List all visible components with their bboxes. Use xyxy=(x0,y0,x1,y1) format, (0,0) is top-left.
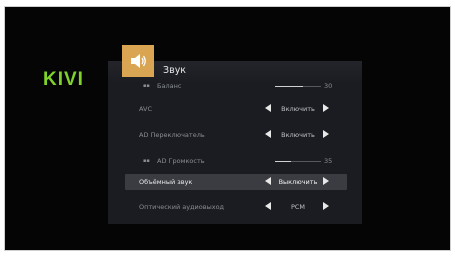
setting-row-ad-volume[interactable]: ▪▪ AD Громкость 35 xyxy=(125,153,347,169)
arrow-left-icon[interactable] xyxy=(265,177,271,185)
balance-slider[interactable] xyxy=(275,86,321,87)
setting-label: Объёмный звук xyxy=(139,178,193,186)
speaker-icon xyxy=(131,54,146,68)
setting-row-balance[interactable]: ▪▪ Баланс 30 xyxy=(125,78,347,94)
setting-label: AD Переключатель xyxy=(139,131,205,139)
setting-label: AVC xyxy=(139,105,153,113)
sound-menu-tile xyxy=(122,45,154,77)
setting-label: Баланс xyxy=(157,82,182,90)
kivi-logo: KIVI xyxy=(43,69,84,90)
arrow-left-icon[interactable] xyxy=(265,104,271,112)
arrow-right-icon[interactable] xyxy=(323,130,329,138)
setting-row-ad-switch[interactable]: AD Переключатель Включить xyxy=(125,127,347,143)
arrow-right-icon[interactable] xyxy=(323,104,329,112)
setting-value: Выключить xyxy=(278,178,318,186)
menu-bullet-icon: ▪▪ xyxy=(143,158,150,164)
balance-slider-fill xyxy=(275,86,303,87)
ad-volume-value: 35 xyxy=(324,157,333,165)
arrow-left-icon[interactable] xyxy=(265,130,271,138)
sound-settings-panel: Звук ▪▪ Баланс 30 AVC Включить AD Перекл… xyxy=(108,61,362,224)
setting-value: Включить xyxy=(281,131,315,139)
setting-value: PCM xyxy=(290,203,306,211)
setting-value: Включить xyxy=(281,105,315,113)
menu-title: Звук xyxy=(163,65,187,76)
arrow-left-icon[interactable] xyxy=(265,202,271,210)
ad-volume-slider-fill xyxy=(275,161,292,162)
tv-screen: KIVI Звук ▪▪ Баланс 30 AVC Включить AD П… xyxy=(5,7,450,250)
menu-bullet-icon: ▪▪ xyxy=(143,83,150,89)
ad-volume-slider[interactable] xyxy=(275,161,321,162)
arrow-right-icon[interactable] xyxy=(323,177,329,185)
setting-label: AD Громкость xyxy=(157,157,205,165)
balance-value: 30 xyxy=(324,82,333,90)
arrow-right-icon[interactable] xyxy=(323,202,329,210)
setting-row-surround[interactable]: Объёмный звук Выключить xyxy=(125,174,347,190)
setting-row-avc[interactable]: AVC Включить xyxy=(125,101,347,117)
setting-row-optical-out[interactable]: Оптический аудиовыход PCM xyxy=(125,199,347,215)
setting-label: Оптический аудиовыход xyxy=(139,203,225,211)
